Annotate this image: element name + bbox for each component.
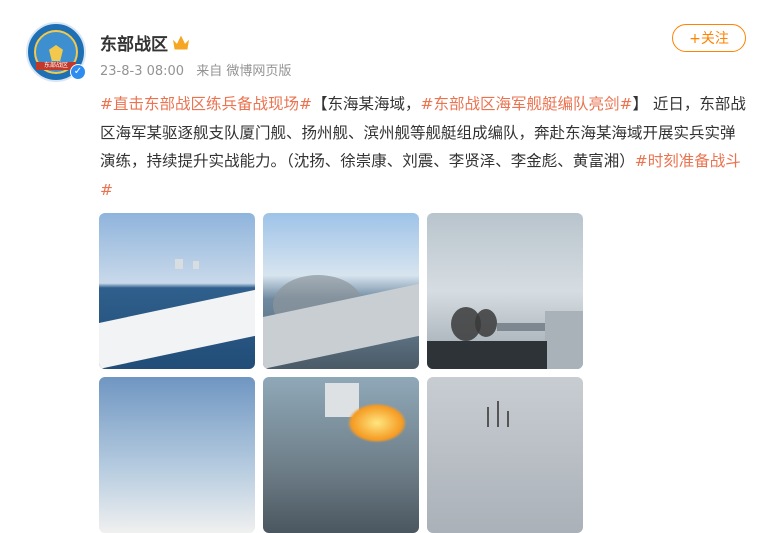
- post-text-segment: 【东海某海域，: [311, 95, 421, 113]
- post-image-6[interactable]: [427, 377, 583, 533]
- post-image-3[interactable]: [427, 213, 583, 369]
- post-date[interactable]: 23-8-3 08:00: [100, 64, 184, 79]
- follow-button[interactable]: +关注: [672, 24, 746, 52]
- account-name[interactable]: 东部战区: [100, 30, 168, 55]
- post-meta: 23-8-3 08:00 来自 微博网页版: [100, 60, 291, 79]
- hashtag-link[interactable]: #东部战区海军舰艇编队亮剑#: [421, 95, 633, 113]
- verified-badge-icon: ✓: [70, 64, 86, 80]
- crown-icon: [173, 35, 189, 50]
- post-image-5[interactable]: [263, 377, 419, 533]
- hashtag-link[interactable]: #直击东部战区练兵备战现场#: [100, 95, 312, 113]
- follow-button-label: +关注: [689, 31, 729, 47]
- post-image-2[interactable]: [263, 213, 419, 369]
- post-image-4[interactable]: [99, 377, 255, 533]
- post-source: 来自 微博网页版: [196, 64, 292, 79]
- post-image-1[interactable]: [99, 213, 255, 369]
- account-name-row: 东部战区: [100, 30, 189, 55]
- post-text: #直击东部战区练兵备战现场#【东海某海域，#东部战区海军舰艇编队亮剑#】 近日，…: [100, 90, 750, 204]
- eagle-icon: [49, 45, 63, 61]
